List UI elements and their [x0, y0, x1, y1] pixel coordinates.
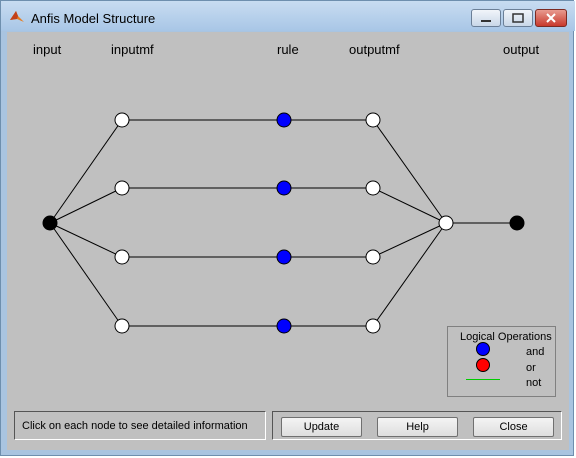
anfis-window: Anfis Model Structure input inputmf rule…: [0, 0, 575, 456]
minimize-button[interactable]: [471, 9, 501, 27]
legend-and-label: and: [526, 346, 545, 358]
rule-node-3[interactable]: [276, 249, 292, 265]
legend-title: Logical Operations: [460, 331, 552, 343]
title-bar[interactable]: Anfis Model Structure: [1, 1, 575, 31]
not-line-icon: [466, 379, 500, 380]
legend-or-label: or: [526, 362, 536, 374]
update-button[interactable]: Update: [281, 417, 362, 437]
close-button[interactable]: Close: [473, 417, 554, 437]
aggregation-node[interactable]: [438, 215, 454, 231]
inputmf-node-2[interactable]: [114, 180, 130, 196]
minimize-icon: [481, 20, 491, 22]
rule-node-1[interactable]: [276, 112, 292, 128]
button-panel: Update Help Close: [272, 411, 562, 440]
maximize-button[interactable]: [503, 9, 533, 27]
inputmf-node-1[interactable]: [114, 112, 130, 128]
or-dot-icon: [476, 358, 490, 372]
input-node[interactable]: [42, 215, 58, 231]
outputmf-node-3[interactable]: [365, 249, 381, 265]
inputmf-node-3[interactable]: [114, 249, 130, 265]
rule-node-2[interactable]: [276, 180, 292, 196]
help-button[interactable]: Help: [377, 417, 458, 437]
outputmf-node-4[interactable]: [365, 318, 381, 334]
legend-not-label: not: [526, 377, 542, 389]
inputmf-node-4[interactable]: [114, 318, 130, 334]
logical-operations-legend: Logical Operations and or not: [447, 326, 556, 397]
output-node[interactable]: [509, 215, 525, 231]
client-area: input inputmf rule outputmf output Logic…: [7, 32, 569, 450]
maximize-icon: [512, 13, 524, 23]
outputmf-node-1[interactable]: [365, 112, 381, 128]
window-title: Anfis Model Structure: [31, 11, 156, 26]
outputmf-node-2[interactable]: [365, 180, 381, 196]
close-icon: [546, 13, 556, 23]
and-dot-icon: [476, 342, 490, 356]
matlab-logo-icon: [10, 11, 24, 22]
close-window-button[interactable]: [535, 9, 567, 27]
status-text: Click on each node to see detailed infor…: [22, 420, 248, 432]
rule-node-4[interactable]: [276, 318, 292, 334]
status-panel: Click on each node to see detailed infor…: [14, 411, 266, 440]
